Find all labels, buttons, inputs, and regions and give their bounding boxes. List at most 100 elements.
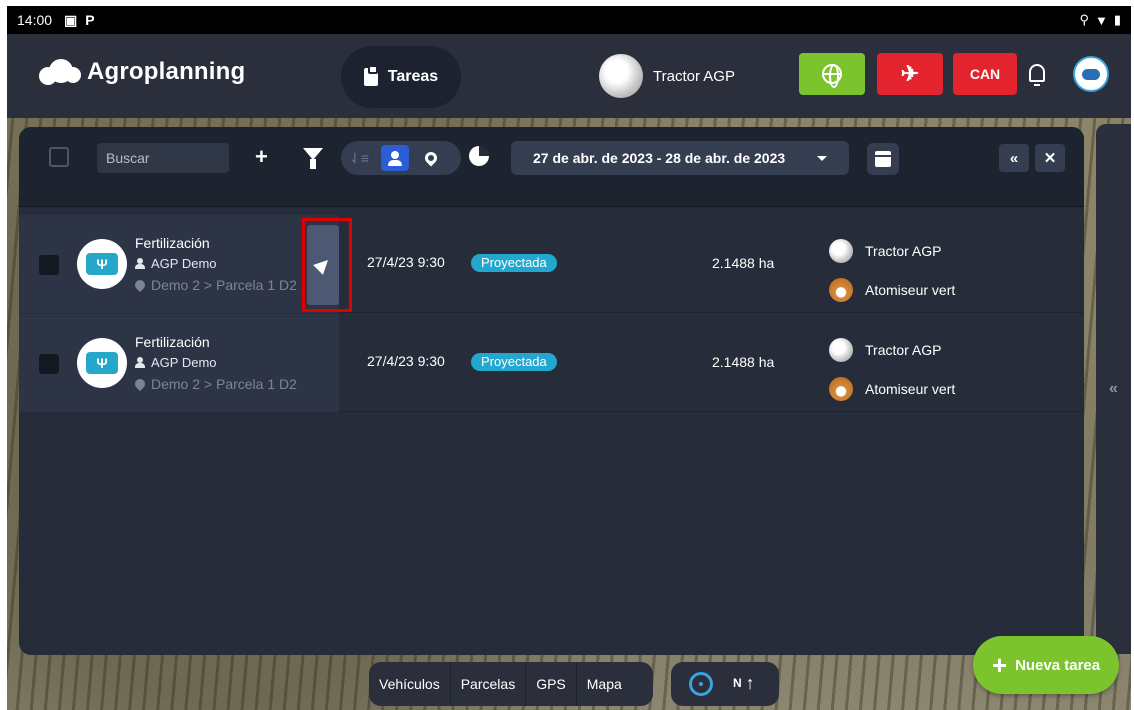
person-icon	[388, 151, 402, 166]
task-datetime: 27/4/23 9:30	[367, 254, 445, 270]
pin-icon	[422, 149, 440, 167]
tractor-avatar	[599, 54, 643, 98]
row-checkbox[interactable]	[39, 255, 59, 275]
tab-tareas-label: Tareas	[387, 68, 439, 85]
fertilization-icon: Ψ	[77, 239, 127, 289]
layer-mapa-button[interactable]: Mapa	[577, 662, 632, 706]
vehicle-name: Tractor AGP	[653, 67, 735, 85]
task-owner-name: AGP Demo	[151, 355, 217, 370]
task-location: Demo 2 > Parcela 1 D2	[135, 277, 305, 293]
task-datetime: 27/4/23 9:30	[367, 353, 445, 369]
vehicle-selector[interactable]: Tractor AGP	[599, 54, 735, 98]
status-bar: 14:00 ▣ P ⚲ ▼ ▮	[7, 6, 1131, 34]
equipment-name: Tractor AGP	[865, 243, 942, 259]
pin-icon	[135, 277, 148, 293]
plus-icon: +	[991, 650, 1008, 680]
row-checkbox[interactable]	[39, 354, 59, 374]
double-chevron-left-icon: «	[1009, 149, 1019, 167]
user-avatar[interactable]	[1073, 56, 1109, 92]
tasks-panel: + ⇃≡ 27 de abr. de 2023 - 28 de abr. de …	[19, 127, 1084, 655]
location-icon: ⚲	[1079, 12, 1089, 27]
tab-tareas[interactable]: Tareas	[341, 46, 461, 108]
task-owner: AGP Demo	[135, 355, 217, 370]
layer-gps-button[interactable]: GPS	[526, 662, 577, 706]
task-location-text: Demo 2 > Parcela 1 D2	[151, 277, 297, 293]
add-icon[interactable]: +	[255, 145, 268, 169]
collapse-button[interactable]: «	[999, 144, 1029, 172]
view-toggle: ⇃≡	[341, 141, 461, 175]
layer-parcelas-button[interactable]: Parcelas	[451, 662, 527, 706]
pie-chart-icon[interactable]	[469, 146, 489, 166]
tasks-toolbar: + ⇃≡ 27 de abr. de 2023 - 28 de abr. de …	[19, 127, 1084, 207]
globe-icon	[822, 64, 842, 88]
filter-icon[interactable]	[303, 148, 323, 169]
task-location-text: Demo 2 > Parcela 1 D2	[151, 376, 297, 392]
equipment-name: Atomiseur vert	[865, 381, 956, 397]
task-owner-name: AGP Demo	[151, 256, 217, 271]
map-controls: N ↑	[671, 662, 779, 706]
task-area: 2.1488 ha	[712, 354, 775, 370]
person-icon	[135, 258, 145, 269]
location-view-button[interactable]	[417, 145, 445, 171]
side-panel-toggle[interactable]: «	[1096, 124, 1131, 654]
agroplanning-logo-icon	[39, 59, 81, 85]
image-icon: ▣	[64, 11, 78, 28]
app-name: Agroplanning	[87, 58, 246, 85]
chevron-down-icon	[817, 156, 827, 161]
task-location: Demo 2 > Parcela 1 D2	[135, 376, 305, 392]
close-icon: ✕	[1043, 150, 1057, 167]
sort-icon[interactable]: ⇃≡	[345, 145, 373, 171]
task-owner: AGP Demo	[135, 256, 217, 271]
battery-icon: ▮	[1113, 12, 1121, 27]
bell-icon[interactable]	[1029, 64, 1045, 86]
equipment-item: Tractor AGP	[829, 338, 942, 362]
satellite-icon: ✈	[900, 61, 920, 86]
highlight-box	[302, 218, 352, 312]
close-button[interactable]: ✕	[1035, 144, 1065, 172]
calendar-button[interactable]	[867, 143, 899, 175]
equipment-name: Tractor AGP	[865, 342, 942, 358]
person-icon	[135, 357, 145, 368]
satellite-button[interactable]: ✈	[877, 53, 943, 95]
new-task-label: Nueva tarea	[1015, 656, 1101, 674]
select-all-checkbox[interactable]	[49, 147, 69, 167]
tractor-avatar	[829, 338, 853, 362]
task-row[interactable]: Ψ Fertilización AGP Demo Demo 2 > Parcel…	[19, 314, 1084, 412]
date-range-picker[interactable]: 27 de abr. de 2023 - 28 de abr. de 2023	[511, 141, 849, 175]
parking-icon: P	[85, 12, 95, 28]
status-time: 14:00	[17, 12, 53, 28]
app-header: Agroplanning Tareas Tractor AGP ✈ CAN	[7, 34, 1131, 118]
device-screen: 14:00 ▣ P ⚲ ▼ ▮ Agroplanning Tareas Trac…	[7, 6, 1131, 710]
bottom-layer-bar: Vehículos Parcelas GPS Mapa	[369, 662, 653, 706]
clipboard-icon	[363, 65, 378, 86]
status-icons: ⚲ ▼ ▮	[1079, 12, 1121, 28]
new-task-button[interactable]: + Nueva tarea	[973, 636, 1119, 694]
status-badge: Proyectada	[471, 353, 557, 371]
arrow-up-icon: ↑	[745, 673, 755, 693]
tractor-avatar	[829, 239, 853, 263]
north-button[interactable]: N ↑	[733, 673, 755, 693]
app-logo: Agroplanning	[39, 58, 245, 86]
person-view-button[interactable]	[381, 145, 409, 171]
wifi-icon: ▼	[1094, 12, 1108, 28]
task-row[interactable]: Ψ Fertilización AGP Demo Demo 2 > Parcel…	[19, 215, 1084, 313]
calendar-icon	[875, 151, 891, 167]
task-title: Fertilización	[135, 235, 210, 251]
double-chevron-left-icon: «	[1109, 380, 1118, 397]
globe-button[interactable]	[799, 53, 865, 95]
avatar-logo-icon	[1082, 68, 1100, 80]
task-title: Fertilización	[135, 334, 210, 350]
task-area: 2.1488 ha	[712, 255, 775, 271]
equipment-name: Atomiseur vert	[865, 282, 956, 298]
pin-icon	[135, 376, 148, 392]
layer-vehiculos-button[interactable]: Vehículos	[369, 662, 451, 706]
search-input[interactable]	[97, 143, 229, 173]
crosshair-icon[interactable]	[689, 672, 713, 696]
date-range-text: 27 de abr. de 2023 - 28 de abr. de 2023	[533, 150, 786, 166]
sprayer-avatar	[829, 377, 853, 401]
status-badge: Proyectada	[471, 254, 557, 272]
can-button[interactable]: CAN	[953, 53, 1017, 95]
equipment-item: Atomiseur vert	[829, 377, 955, 401]
sprayer-avatar	[829, 278, 853, 302]
fertilization-icon: Ψ	[77, 338, 127, 388]
